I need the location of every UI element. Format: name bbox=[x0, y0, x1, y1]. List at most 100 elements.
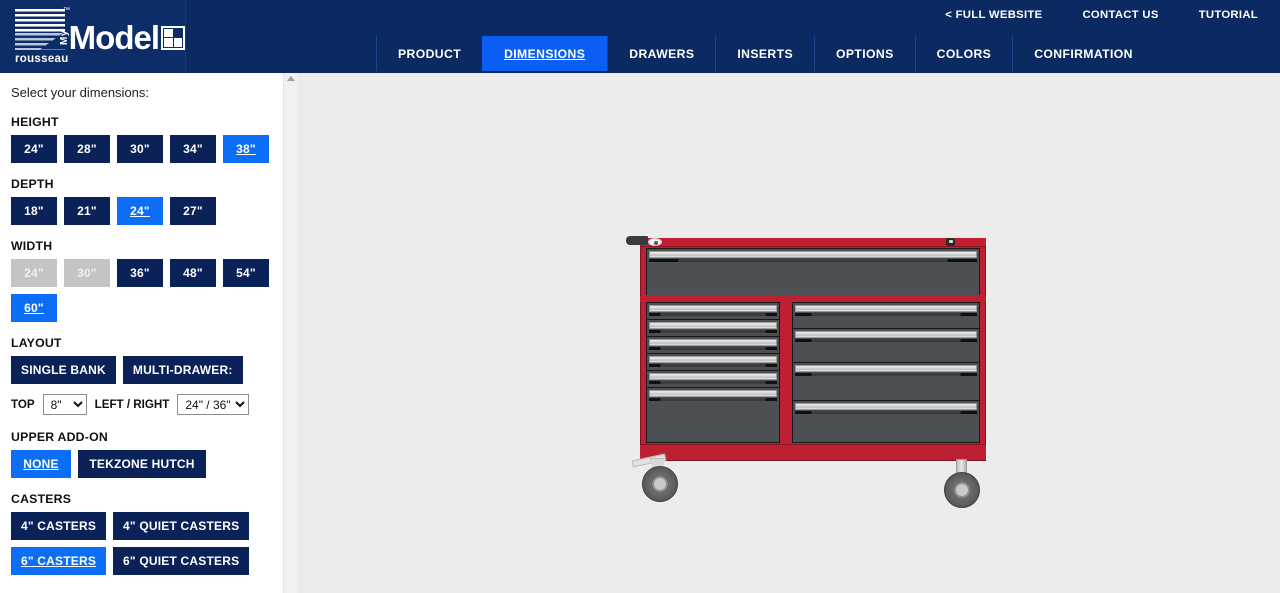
upper-addon-option-none[interactable]: NONE bbox=[11, 450, 71, 478]
drawer-shadow bbox=[649, 313, 777, 316]
drawer-left-3[interactable] bbox=[647, 337, 779, 354]
drawer-handle bbox=[795, 331, 977, 338]
drawer-top-1[interactable] bbox=[647, 249, 979, 295]
tab-options[interactable]: OPTIONS bbox=[813, 36, 915, 71]
width-option-54[interactable]: 54" bbox=[223, 259, 269, 287]
tab-product[interactable]: PRODUCT bbox=[376, 36, 482, 71]
drawer-left-6[interactable] bbox=[647, 388, 779, 442]
drawer-handle bbox=[795, 305, 977, 312]
drawer-right-2[interactable] bbox=[793, 329, 979, 363]
model-text: Model bbox=[68, 18, 160, 56]
app-header: ™ rousseau My Model < FULL WEBSITE CONTA… bbox=[0, 0, 1280, 73]
drawer-left-1[interactable] bbox=[647, 303, 779, 320]
cabinet-top-drawer-zone bbox=[646, 248, 980, 295]
casters-options: 4" CASTERS 4" QUIET CASTERS 6" CASTERS 6… bbox=[11, 512, 271, 575]
casters-option-6in-quiet[interactable]: 6" QUIET CASTERS bbox=[113, 547, 250, 575]
drawer-right-3[interactable] bbox=[793, 363, 979, 401]
cabinet-base-rail bbox=[640, 444, 986, 461]
rousseau-logo-icon: ™ rousseau bbox=[15, 7, 70, 67]
upper-addon-options: NONE TEKZONE HUTCH bbox=[11, 450, 283, 478]
width-group-label: WIDTH bbox=[11, 239, 53, 253]
cabinet-left-bank bbox=[646, 302, 780, 443]
cabinet-push-handle bbox=[626, 236, 648, 245]
layout-option-multi-drawer[interactable]: MULTI-DRAWER: bbox=[122, 356, 243, 384]
casters-option-6in[interactable]: 6" CASTERS bbox=[11, 547, 107, 575]
tab-dimensions[interactable]: DIMENSIONS bbox=[482, 36, 608, 71]
caster-hub bbox=[955, 483, 969, 497]
depth-option-24[interactable]: 24" bbox=[117, 197, 163, 225]
tab-drawers[interactable]: DRAWERS bbox=[607, 36, 715, 71]
width-option-48[interactable]: 48" bbox=[170, 259, 216, 287]
mymodel-wordmark: My Model bbox=[57, 8, 185, 68]
depth-option-18[interactable]: 18" bbox=[11, 197, 57, 225]
layout-option-single-bank[interactable]: SINGLE BANK bbox=[11, 356, 116, 384]
drawer-handle bbox=[649, 356, 777, 363]
drawer-shadow bbox=[649, 259, 977, 262]
width-option-36[interactable]: 36" bbox=[117, 259, 163, 287]
sidebar-scrollbar[interactable] bbox=[283, 73, 297, 593]
tab-inserts[interactable]: INSERTS bbox=[715, 36, 814, 71]
caster-hub bbox=[653, 477, 667, 491]
tab-confirmation[interactable]: CONFIRMATION bbox=[1012, 36, 1154, 71]
caster-rear-right bbox=[942, 459, 984, 508]
cabinet-lock-icon bbox=[946, 238, 955, 246]
depth-options: 18" 21" 24" 27" bbox=[11, 197, 283, 225]
cabinet-right-bank bbox=[792, 302, 980, 443]
drawer-right-1[interactable] bbox=[793, 303, 979, 329]
drawer-handle bbox=[649, 339, 777, 346]
sidebar-intro: Select your dimensions: bbox=[11, 85, 150, 100]
model-grid-icon bbox=[161, 25, 185, 50]
height-option-28[interactable]: 28" bbox=[64, 135, 110, 163]
casters-option-4in[interactable]: 4" CASTERS bbox=[11, 512, 107, 540]
dimensions-sidebar: Select your dimensions: HEIGHT 24" 28" 3… bbox=[0, 73, 283, 593]
cabinet-top-rail bbox=[640, 238, 986, 247]
depth-option-27[interactable]: 27" bbox=[170, 197, 216, 225]
layout-selects: TOP 8" LEFT / RIGHT 24" / 36" bbox=[11, 394, 283, 415]
drawer-handle bbox=[649, 305, 777, 312]
brand-logo[interactable]: ™ rousseau My Model bbox=[0, 0, 186, 73]
drawer-left-4[interactable] bbox=[647, 354, 779, 371]
height-option-30[interactable]: 30" bbox=[117, 135, 163, 163]
top-select[interactable]: 8" bbox=[42, 394, 87, 415]
link-tutorial[interactable]: TUTORIAL bbox=[1179, 9, 1280, 21]
depth-group-label: DEPTH bbox=[11, 177, 54, 191]
header-right: < FULL WEBSITE CONTACT US TUTORIAL PRODU… bbox=[186, 0, 1280, 73]
upper-addon-group-label: UPPER ADD-ON bbox=[11, 430, 108, 444]
link-contact-us[interactable]: CONTACT US bbox=[1062, 9, 1178, 21]
height-group-label: HEIGHT bbox=[11, 115, 59, 129]
product-cabinet-image bbox=[626, 232, 986, 508]
height-option-34[interactable]: 34" bbox=[170, 135, 216, 163]
drawer-shadow bbox=[795, 411, 977, 414]
drawer-shadow bbox=[649, 381, 777, 384]
drawer-handle bbox=[795, 365, 977, 372]
upper-addon-option-tekzone-hutch[interactable]: TEKZONE HUTCH bbox=[78, 450, 206, 478]
left-right-select[interactable]: 24" / 36" bbox=[177, 394, 250, 415]
width-option-60[interactable]: 60" bbox=[11, 294, 57, 322]
casters-option-4in-quiet[interactable]: 4" QUIET CASTERS bbox=[113, 512, 250, 540]
cabinet-center-post bbox=[781, 298, 791, 447]
drawer-handle bbox=[649, 390, 777, 397]
height-option-38[interactable]: 38" bbox=[223, 135, 269, 163]
drawer-shadow bbox=[649, 398, 777, 401]
link-full-website[interactable]: < FULL WEBSITE bbox=[925, 9, 1062, 21]
width-options: 24" 30" 36" 48" 54" 60" bbox=[11, 259, 269, 322]
height-option-24[interactable]: 24" bbox=[11, 135, 57, 163]
caster-front-left bbox=[631, 453, 688, 504]
depth-option-21[interactable]: 21" bbox=[64, 197, 110, 225]
tab-colors[interactable]: COLORS bbox=[914, 36, 1013, 71]
scroll-up-arrow-icon[interactable] bbox=[287, 76, 295, 81]
app-body: Select your dimensions: HEIGHT 24" 28" 3… bbox=[0, 73, 1280, 593]
drawer-left-2[interactable] bbox=[647, 320, 779, 337]
drawer-handle bbox=[795, 403, 977, 410]
drawer-handle bbox=[649, 322, 777, 329]
width-option-30: 30" bbox=[64, 259, 110, 287]
drawer-right-4[interactable] bbox=[793, 401, 979, 442]
main-tabs: PRODUCT DIMENSIONS DRAWERS INSERTS OPTIO… bbox=[376, 36, 1154, 71]
drawer-shadow bbox=[649, 364, 777, 367]
drawer-left-5[interactable] bbox=[647, 371, 779, 388]
layout-group-label: LAYOUT bbox=[11, 336, 62, 350]
casters-group-label: CASTERS bbox=[11, 492, 72, 506]
utility-links: < FULL WEBSITE CONTACT US TUTORIAL bbox=[925, 0, 1280, 29]
my-text: My bbox=[58, 30, 70, 45]
top-select-label: TOP bbox=[11, 398, 35, 411]
